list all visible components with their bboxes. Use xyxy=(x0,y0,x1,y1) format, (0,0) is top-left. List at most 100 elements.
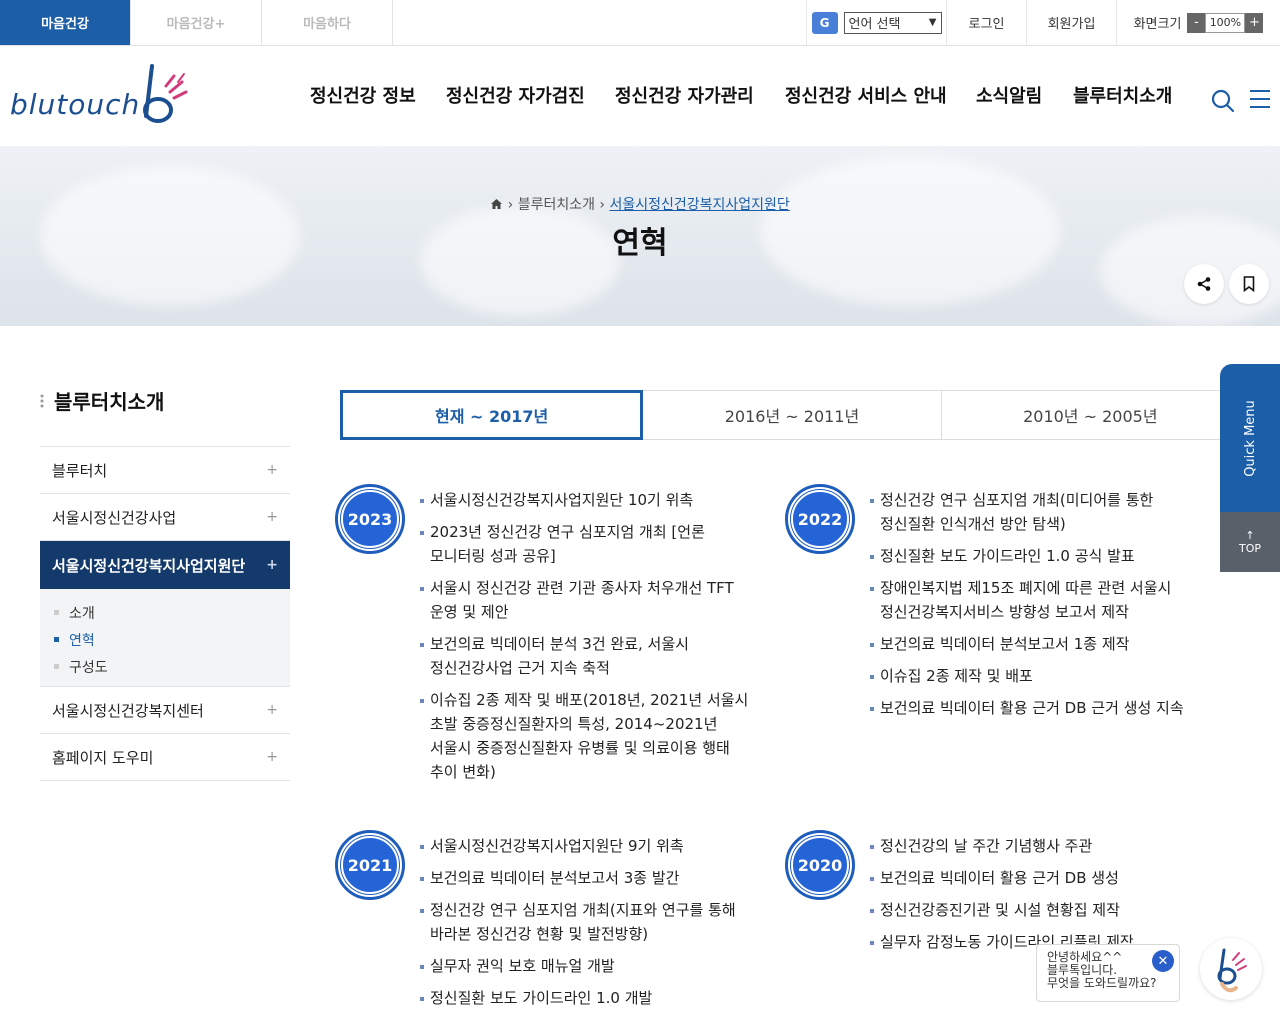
plus-icon: + xyxy=(266,702,278,718)
bookmark-button[interactable] xyxy=(1229,264,1269,304)
chatbot-avatar[interactable] xyxy=(1200,938,1262,1000)
plus-icon: + xyxy=(266,509,278,525)
nav-service-guide[interactable]: 정신건강 서비스 안내 xyxy=(785,82,947,108)
history-item: 정신건강증진기관 및 시설 현황집 제작 xyxy=(870,898,1205,922)
sidebar-submenu: 소개 연혁 구성도 xyxy=(40,589,290,687)
nav-self-care[interactable]: 정신건강 자가관리 xyxy=(615,82,754,108)
site-tab-maeumhada[interactable]: 마음하다 xyxy=(262,0,393,45)
history-item: 보건의료 빅데이터 분석 3건 완료, 서울시 정신건강사업 근거 지속 축적 xyxy=(420,632,755,680)
breadcrumb-item[interactable]: 블루터치소개 xyxy=(518,197,595,213)
signup-link[interactable]: 회원가입 xyxy=(1026,0,1116,45)
sidebar-item-support-center[interactable]: 서울시정신건강복지사업지원단 + xyxy=(40,541,290,589)
year-badge: 2021 xyxy=(335,830,405,900)
quick-menu-label: Quick Menu xyxy=(1242,399,1258,477)
nav-mental-health-info[interactable]: 정신건강 정보 xyxy=(310,82,416,108)
sidebar-item-welfare-center[interactable]: 서울시정신건강복지센터 + xyxy=(40,687,290,734)
history-item: 2023년 정신건강 연구 심포지엄 개최 [언론 모니터링 성과 공유] xyxy=(420,520,755,568)
tab-present-2017[interactable]: 현재 ~ 2017년 xyxy=(340,390,644,440)
history-item: 이슈집 2종 제작 및 배포 xyxy=(870,664,1205,688)
logo-text: blutouch xyxy=(10,88,141,121)
chevron-down-icon: ▼ xyxy=(928,17,937,28)
history-item: 장애인복지법 제15조 폐지에 따른 관련 서울시 정신건강복지서비스 방향성 … xyxy=(870,576,1205,624)
login-label: 로그인 xyxy=(968,17,1005,32)
tab-2016-2011[interactable]: 2016년 ~ 2011년 xyxy=(643,390,942,440)
share-icon xyxy=(1197,277,1211,291)
site-tab-maeum[interactable]: 마음건강 xyxy=(0,0,131,45)
nav-about[interactable]: 블루터치소개 xyxy=(1073,82,1172,108)
tab-2010-2005[interactable]: 2010년 ~ 2005년 xyxy=(941,390,1240,440)
plus-icon: + xyxy=(266,462,278,478)
zoom-in-button[interactable]: + xyxy=(1245,12,1264,33)
history-item: 보건의료 빅데이터 활용 근거 DB 생성 xyxy=(870,866,1205,890)
sidebar-item-blutouch[interactable]: 블루터치 + xyxy=(40,447,290,494)
history-item: 보건의료 빅데이터 활용 근거 DB 근거 생성 지속 xyxy=(870,696,1205,720)
bookmark-icon xyxy=(1243,276,1255,292)
history-list: 정신건강 연구 심포지엄 개최(미디어를 통한 정신질환 인식개선 방안 탐색)… xyxy=(870,488,1205,728)
history-item: 서울시정신건강복지사업지원단 10기 위촉 xyxy=(420,488,755,512)
zoom-out-button[interactable]: - xyxy=(1187,12,1206,33)
year-label: 2022 xyxy=(791,490,849,548)
history-list: 정신건강의 날 주간 기념행사 주관 보건의료 빅데이터 활용 근거 DB 생성… xyxy=(870,834,1205,962)
sidebar-subitem-intro[interactable]: 소개 xyxy=(54,599,290,626)
sidebar-item-label: 홈페이지 도우미 xyxy=(52,748,154,767)
sidebar-item-label: 서울시정신건강사업 xyxy=(52,508,177,527)
home-icon[interactable] xyxy=(490,198,503,210)
subitem-label: 소개 xyxy=(69,605,95,622)
zoom-control: 화면크기 - 100% + xyxy=(1116,0,1280,45)
history-item: 정신질환 보도 가이드라인 1.0 개발 xyxy=(420,986,755,1010)
sidebar-item-help[interactable]: 홈페이지 도우미 + xyxy=(40,734,290,781)
breadcrumb-separator-icon: › xyxy=(599,197,610,213)
breadcrumb-separator-icon: › xyxy=(507,197,518,213)
language-select-value: 언어 선택 xyxy=(848,17,901,32)
sidebar-title: 블루터치소개 xyxy=(54,390,165,414)
top-utility-bar: 마음건강 마음건강+ 마음하다 G 언어 선택 ▼ 로그인 회원가입 화면크기 … xyxy=(0,0,1280,46)
history-item: 보건의료 빅데이터 분석보고서 3종 발간 xyxy=(420,866,755,890)
year-badge: 2022 xyxy=(785,484,855,554)
scroll-top-button[interactable]: ↑ TOP xyxy=(1220,512,1280,572)
sidebar-item-seoul-mental-health-project[interactable]: 서울시정신건강사업 + xyxy=(40,494,290,541)
history-item: 정신건강 연구 심포지엄 개최(지표와 연구를 통해 바라본 정신건강 현황 및… xyxy=(420,898,755,946)
chatbot-line: 무엇을 도와드릴까요? xyxy=(1047,976,1157,990)
sidebar-item-label: 서울시정신건강복지센터 xyxy=(52,701,204,720)
sidebar-item-label: 블루터치 xyxy=(52,461,108,480)
history-item: 정신건강 연구 심포지엄 개최(미디어를 통한 정신질환 인식개선 방안 탐색) xyxy=(870,488,1205,536)
top-label: TOP xyxy=(1238,542,1261,555)
history-list: 서울시정신건강복지사업지원단 10기 위촉 2023년 정신건강 연구 심포지엄… xyxy=(420,488,755,792)
nav-self-test[interactable]: 정신건강 자가검진 xyxy=(446,82,585,108)
sidebar-item-label: 서울시정신건강복지사업지원단 xyxy=(52,556,246,575)
page-title: 연혁 xyxy=(612,226,668,261)
title-dots-icon xyxy=(40,394,44,408)
year-label: 2020 xyxy=(791,836,849,894)
year-label: 2023 xyxy=(341,490,399,548)
site-logo[interactable]: blutouch xyxy=(10,62,200,132)
chatbot-mascot-icon xyxy=(1217,948,1247,993)
language-select[interactable]: 언어 선택 ▼ xyxy=(843,11,942,34)
sidebar-nav: 블루터치 + 서울시정신건강사업 + 서울시정신건강복지사업지원단 + 소개 연… xyxy=(40,446,290,781)
history-item: 서울시정신건강복지사업지원단 9기 위촉 xyxy=(420,834,755,858)
breadcrumb-current[interactable]: 서울시정신건강복지사업지원단 xyxy=(609,197,789,213)
quick-menu-button[interactable]: Quick Menu xyxy=(1220,364,1280,512)
nav-news[interactable]: 소식알림 xyxy=(976,82,1042,108)
period-tabs: 현재 ~ 2017년 2016년 ~ 2011년 2010년 ~ 2005년 xyxy=(340,390,1240,440)
zoom-label: 화면크기 xyxy=(1133,17,1182,32)
subitem-label: 구성도 xyxy=(69,659,108,676)
sidebar-subitem-organization[interactable]: 구성도 xyxy=(54,653,290,680)
google-translate-icon: G xyxy=(811,11,838,34)
share-button[interactable] xyxy=(1184,264,1224,304)
search-icon[interactable] xyxy=(1210,88,1236,114)
history-list: 서울시정신건강복지사업지원단 9기 위촉 보건의료 빅데이터 분석보고서 3종 … xyxy=(420,834,755,1018)
year-label: 2021 xyxy=(341,836,399,894)
login-link[interactable]: 로그인 xyxy=(946,0,1026,45)
close-icon[interactable]: ✕ xyxy=(1152,950,1174,972)
year-badge: 2023 xyxy=(335,484,405,554)
year-badge: 2020 xyxy=(785,830,855,900)
arrow-up-icon: ↑ xyxy=(1245,529,1255,542)
sidebar-subitem-history[interactable]: 연혁 xyxy=(54,626,290,653)
site-tab-maeum-plus[interactable]: 마음건강+ xyxy=(131,0,262,45)
plus-icon: + xyxy=(266,557,278,573)
language-area: G 언어 선택 ▼ xyxy=(806,0,946,45)
menu-icon[interactable] xyxy=(1248,88,1272,110)
history-item: 정신건강의 날 주간 기념행사 주관 xyxy=(870,834,1205,858)
signup-label: 회원가입 xyxy=(1047,17,1096,32)
zoom-value: 100% xyxy=(1205,12,1246,33)
